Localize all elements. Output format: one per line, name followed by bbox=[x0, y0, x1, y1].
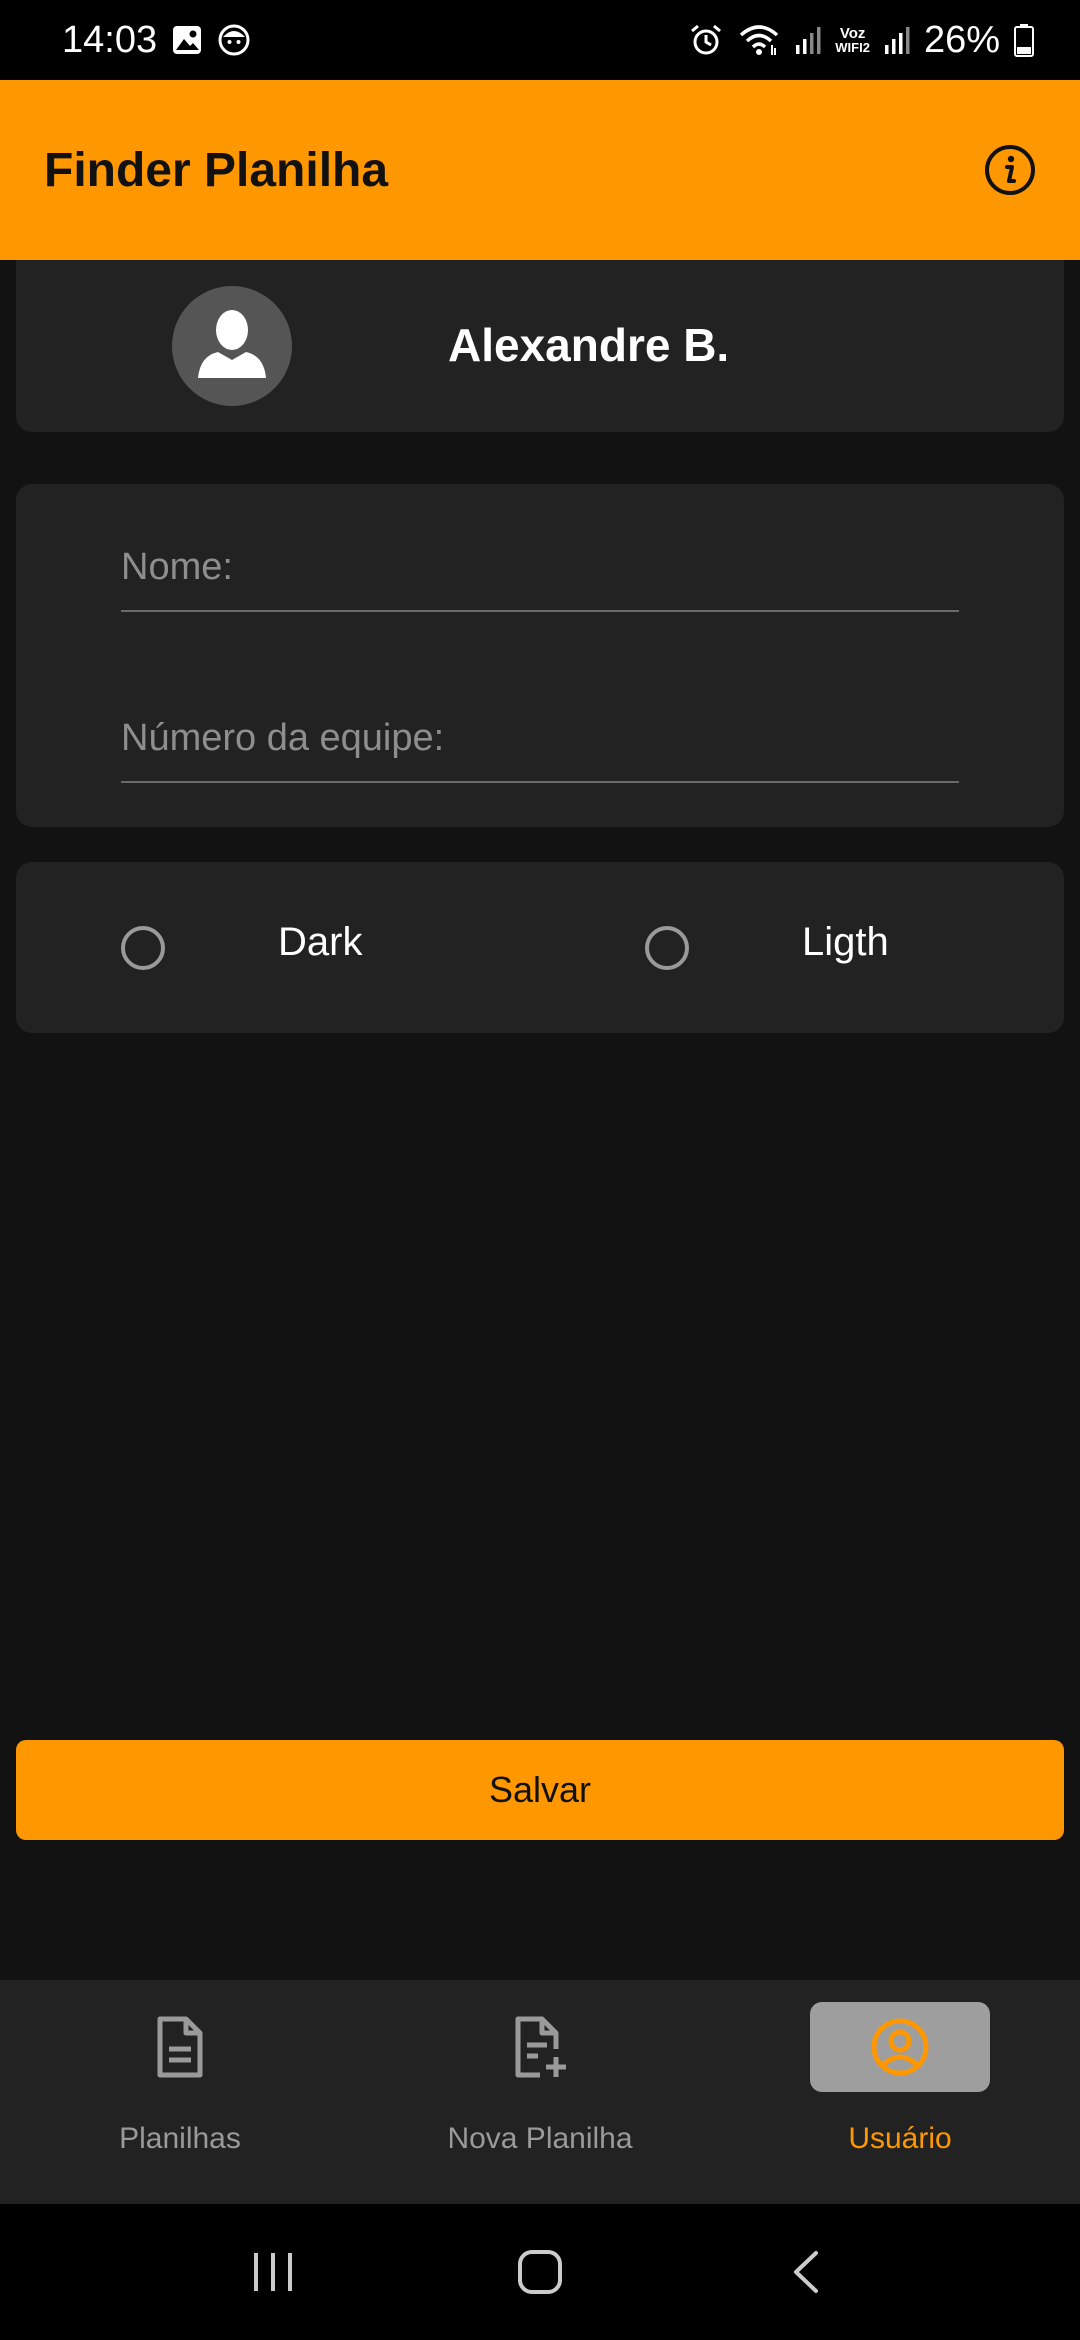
home-icon bbox=[517, 2250, 562, 2294]
signal-icon bbox=[795, 25, 821, 55]
document-add-icon bbox=[515, 2016, 566, 2078]
theme-card: Dark Ligth bbox=[16, 862, 1064, 1033]
save-button[interactable]: Salvar bbox=[16, 1740, 1064, 1840]
nav-item-nova-planilha[interactable]: Nova Planilha bbox=[360, 1980, 720, 2204]
system-navigation-bar bbox=[0, 2204, 1080, 2340]
status-left: 14:03 bbox=[62, 19, 251, 62]
document-icon bbox=[157, 2016, 203, 2078]
status-right: Voz WIFI2 26% bbox=[689, 19, 1034, 62]
nav-label-nova-planilha: Nova Planilha bbox=[447, 2122, 633, 2155]
signal-icon bbox=[884, 25, 910, 55]
recent-apps-icon bbox=[254, 2253, 293, 2291]
nav-item-planilhas[interactable]: Planilhas bbox=[0, 1980, 360, 2204]
back-button[interactable] bbox=[767, 2232, 847, 2312]
nav-label-planilhas: Planilhas bbox=[119, 2122, 241, 2155]
person-avatar-icon bbox=[172, 286, 292, 406]
home-button[interactable] bbox=[500, 2232, 580, 2312]
profile-name: Alexandre B. bbox=[448, 319, 730, 371]
gallery-icon bbox=[171, 24, 203, 56]
name-field bbox=[121, 524, 959, 612]
app-bar: Finder Planilha bbox=[0, 80, 1080, 260]
back-icon bbox=[793, 2251, 818, 2293]
bottom-navigation: Planilhas Nova Planilha Usuário bbox=[0, 1980, 1080, 2204]
info-icon bbox=[985, 145, 1035, 195]
alarm-icon bbox=[689, 23, 723, 57]
user-circle-icon bbox=[871, 2018, 929, 2076]
battery-icon bbox=[1014, 23, 1034, 57]
recent-apps-button[interactable] bbox=[233, 2232, 313, 2312]
name-input[interactable] bbox=[121, 524, 959, 610]
radio-circle bbox=[121, 925, 165, 970]
status-bar: 14:03 Voz WIFI2 26% bbox=[0, 0, 1080, 80]
profile-card: Alexandre B. bbox=[16, 260, 1064, 432]
status-time: 14:03 bbox=[62, 18, 158, 61]
info-button[interactable] bbox=[980, 140, 1040, 200]
form-card bbox=[16, 484, 1064, 827]
radio-dark-label: Dark bbox=[278, 920, 363, 964]
radio-dark[interactable] bbox=[121, 862, 165, 1033]
radio-light-label: Ligth bbox=[802, 920, 889, 964]
wifi-icon bbox=[737, 23, 781, 57]
radio-circle bbox=[645, 925, 689, 970]
battery-percent: 26% bbox=[923, 18, 1000, 61]
radio-light[interactable] bbox=[645, 862, 689, 1033]
face-notification-icon bbox=[217, 23, 251, 57]
app-title: Finder Planilha bbox=[44, 143, 389, 197]
nav-item-usuario[interactable]: Usuário bbox=[720, 1980, 1080, 2204]
team-number-field bbox=[121, 695, 959, 783]
team-number-input[interactable] bbox=[121, 695, 959, 781]
voz-wifi-icon: Voz WIFI2 bbox=[835, 25, 870, 55]
nav-label-usuario: Usuário bbox=[848, 2122, 952, 2155]
